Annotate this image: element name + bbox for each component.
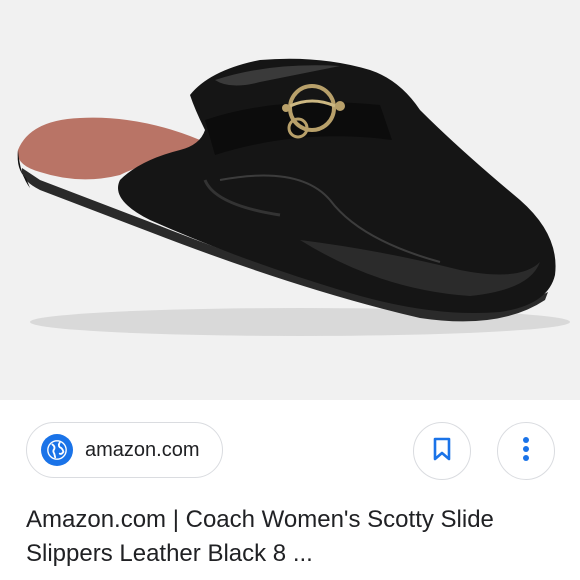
bookmark-icon bbox=[431, 436, 453, 467]
globe-icon bbox=[41, 434, 73, 466]
result-image[interactable] bbox=[0, 0, 580, 400]
product-photo bbox=[0, 0, 580, 400]
result-title[interactable]: Amazon.com | Coach Women's Scotty Slide … bbox=[26, 503, 556, 571]
source-domain: amazon.com bbox=[85, 438, 200, 461]
more-vertical-icon bbox=[522, 436, 530, 467]
source-chip[interactable]: amazon.com bbox=[26, 422, 223, 478]
more-options-button[interactable] bbox=[497, 422, 555, 480]
save-button[interactable] bbox=[413, 422, 471, 480]
